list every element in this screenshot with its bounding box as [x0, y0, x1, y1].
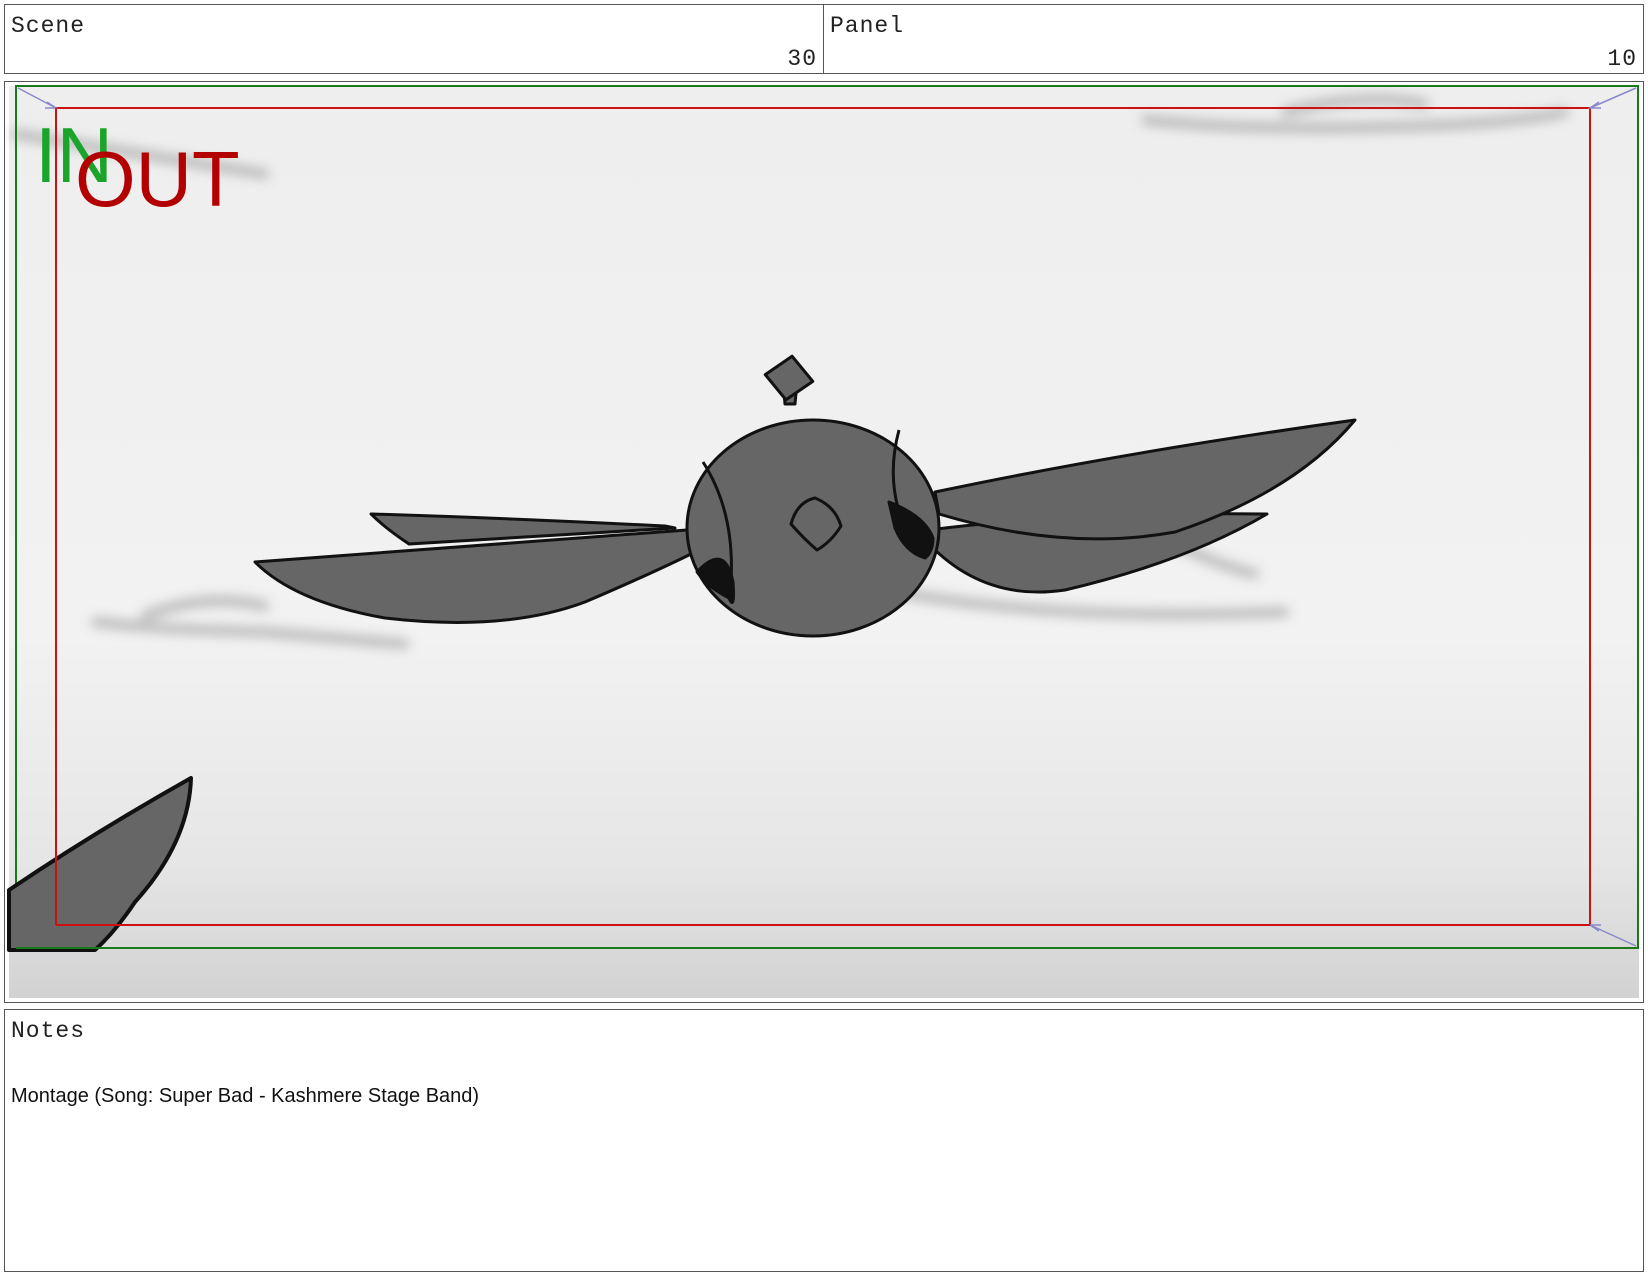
notes-label: Notes — [11, 1018, 86, 1044]
out-frame-label: OUT — [75, 135, 240, 223]
scene-label: Scene — [11, 13, 86, 39]
panel-label: Panel — [830, 13, 905, 39]
panel-field: Panel 10 — [823, 4, 1644, 74]
scene-number: 30 — [787, 46, 817, 72]
storyboard-drawing — [7, 85, 1639, 998]
panel-number: 10 — [1607, 46, 1637, 72]
notes-field: Notes Montage (Song: Super Bad - Kashmer… — [4, 1009, 1644, 1272]
scene-field: Scene 30 — [4, 4, 824, 74]
notes-text: Montage (Song: Super Bad - Kashmere Stag… — [11, 1085, 480, 1107]
storyboard-frame: IN OUT — [4, 81, 1644, 1003]
